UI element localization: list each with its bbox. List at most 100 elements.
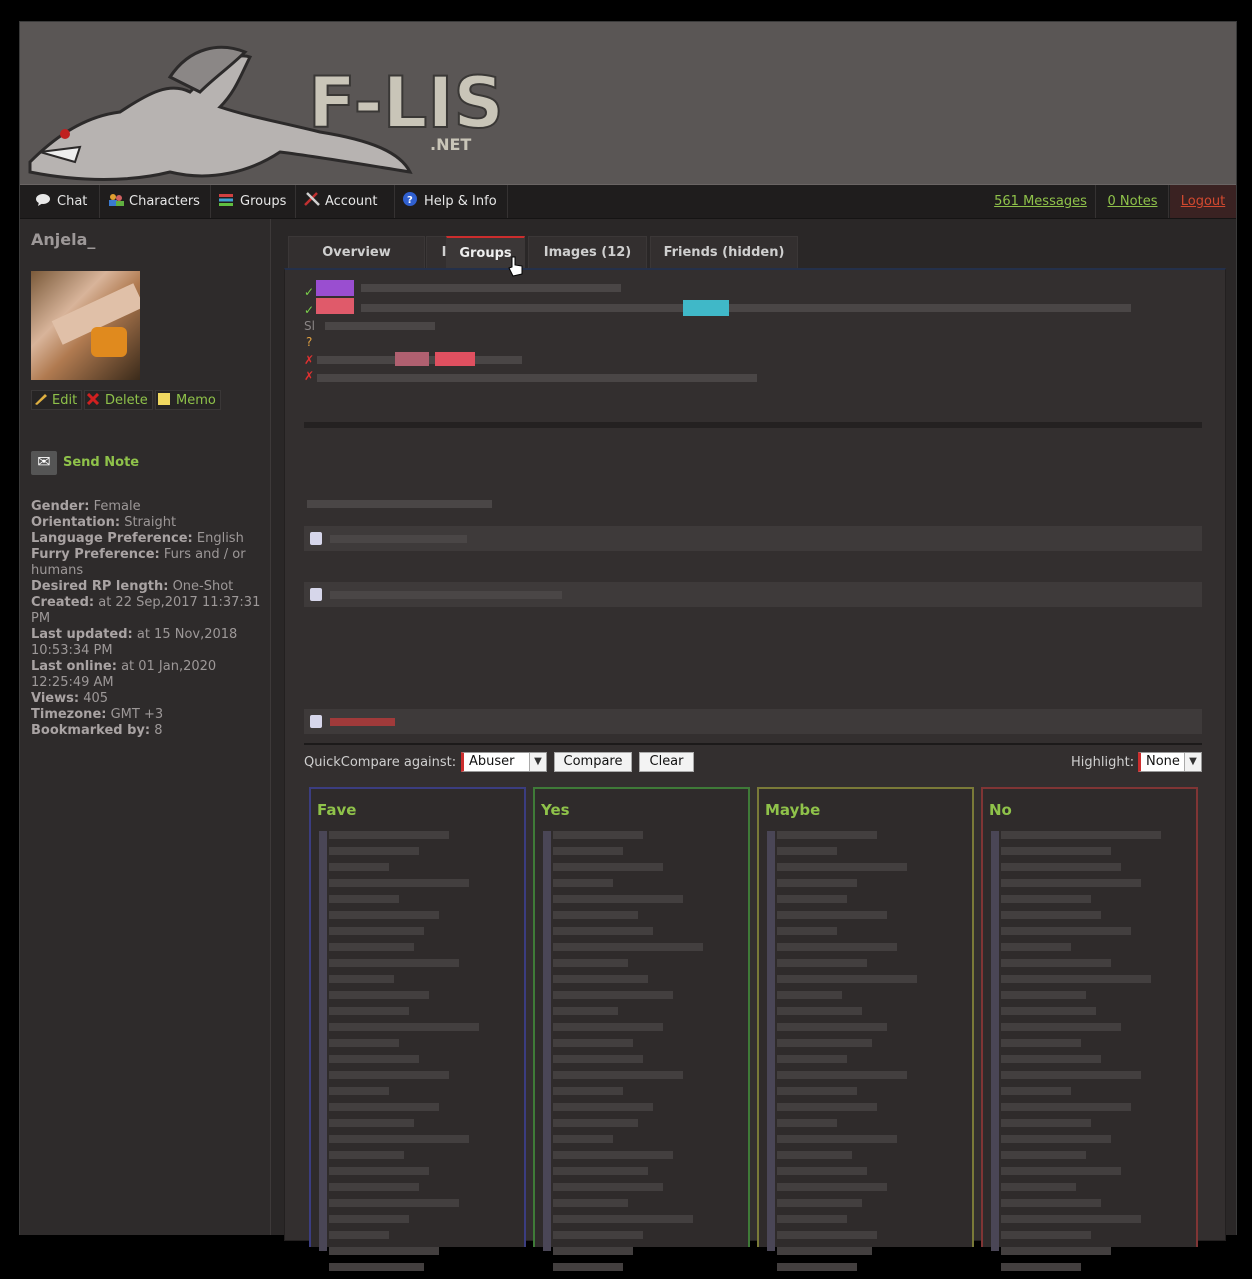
tab-overview[interactable]: Overview [288,236,425,268]
nav-account[interactable]: Account [296,185,395,218]
kink-item[interactable] [1001,991,1086,999]
kink-item[interactable] [777,879,857,887]
kink-item[interactable] [329,1247,439,1255]
kink-item[interactable] [553,831,643,839]
nav-help[interactable]: ? Help & Info [395,185,508,218]
kink-item[interactable] [777,943,897,951]
kink-item[interactable] [329,1183,419,1191]
tab-friends[interactable]: Friends (hidden) [650,236,798,268]
kink-item[interactable] [1001,1119,1091,1127]
logout-link[interactable]: Logout [1170,185,1236,218]
kink-item[interactable] [553,1023,663,1031]
kink-item[interactable] [777,991,842,999]
clear-button[interactable]: Clear [639,752,694,772]
kink-item[interactable] [553,1183,663,1191]
quickcompare-select[interactable]: Abuser ▼ [461,752,547,772]
kink-item[interactable] [329,1119,414,1127]
kink-item[interactable] [777,1071,907,1079]
kink-item[interactable] [1001,1263,1081,1271]
group-bar[interactable] [304,526,1202,551]
kink-item[interactable] [553,1263,623,1271]
kink-item[interactable] [329,1199,459,1207]
kink-item[interactable] [329,1055,419,1063]
kink-item[interactable] [553,1199,628,1207]
kink-item[interactable] [553,943,703,951]
kink-item[interactable] [329,1087,389,1095]
kink-item[interactable] [777,1199,862,1207]
kink-item[interactable] [1001,1103,1131,1111]
kink-item[interactable] [1001,1071,1141,1079]
kink-item[interactable] [777,1231,877,1239]
kink-item[interactable] [329,1215,409,1223]
delete-button[interactable]: Delete [84,390,153,410]
kink-item[interactable] [777,927,837,935]
kink-item[interactable] [553,1055,643,1063]
kink-item[interactable] [329,1071,449,1079]
kink-item[interactable] [329,847,419,855]
kink-item[interactable] [553,895,683,903]
kink-item[interactable] [777,1055,847,1063]
tab-images[interactable]: Images (12) [528,236,647,268]
kink-item[interactable] [553,1167,648,1175]
site-logo[interactable]: F-LIST .NET [20,22,500,184]
kink-item[interactable] [553,1135,613,1143]
kink-item[interactable] [553,991,673,999]
kink-item[interactable] [777,1247,872,1255]
kink-item[interactable] [777,1263,857,1271]
kink-item[interactable] [777,1135,897,1143]
kink-item[interactable] [553,1231,643,1239]
kink-item[interactable] [553,911,638,919]
kink-item[interactable] [329,1263,424,1271]
kink-item[interactable] [553,879,613,887]
nav-characters[interactable]: Characters [100,185,211,218]
kink-item[interactable] [1001,1055,1101,1063]
kink-item[interactable] [1001,1215,1141,1223]
kink-item[interactable] [777,1151,852,1159]
kink-item[interactable] [777,911,887,919]
kink-item[interactable] [777,1087,857,1095]
kink-item[interactable] [553,1247,633,1255]
kink-item[interactable] [1001,1151,1086,1159]
edit-button[interactable]: Edit [31,390,82,410]
kink-item[interactable] [329,1135,469,1143]
kink-item[interactable] [329,959,459,967]
kink-item[interactable] [329,1151,404,1159]
messages-link[interactable]: 561 Messages [986,185,1096,218]
kink-item[interactable] [1001,1007,1096,1015]
kink-item[interactable] [777,1119,837,1127]
kink-item[interactable] [777,847,837,855]
kink-item[interactable] [1001,879,1141,887]
kink-item[interactable] [329,1007,409,1015]
kink-item[interactable] [553,1151,673,1159]
kink-item[interactable] [329,1231,389,1239]
kink-item[interactable] [553,927,653,935]
kink-item[interactable] [1001,863,1121,871]
kink-item[interactable] [1001,895,1091,903]
kink-item[interactable] [777,1183,887,1191]
kink-item[interactable] [1001,1231,1091,1239]
kink-item[interactable] [329,1103,439,1111]
kink-item[interactable] [777,1007,862,1015]
kink-item[interactable] [1001,1167,1121,1175]
kink-item[interactable] [553,1007,618,1015]
kink-item[interactable] [1001,847,1111,855]
compare-button[interactable]: Compare [554,752,632,772]
kink-item[interactable] [553,1087,623,1095]
nav-chat[interactable]: Chat [28,185,100,218]
kink-item[interactable] [329,863,389,871]
kink-item[interactable] [777,1023,887,1031]
kink-item[interactable] [553,1215,693,1223]
kink-item[interactable] [1001,927,1131,935]
group-bar[interactable] [304,582,1202,607]
kink-item[interactable] [1001,975,1151,983]
kink-item[interactable] [329,1023,479,1031]
kink-item[interactable] [1001,911,1101,919]
kink-item[interactable] [1001,831,1161,839]
kink-item[interactable] [329,943,414,951]
avatar[interactable] [31,271,140,380]
kink-item[interactable] [329,1167,429,1175]
kink-item[interactable] [1001,1039,1081,1047]
nav-groups[interactable]: Groups [211,185,296,218]
kink-item[interactable] [553,975,648,983]
kink-item[interactable] [777,863,907,871]
